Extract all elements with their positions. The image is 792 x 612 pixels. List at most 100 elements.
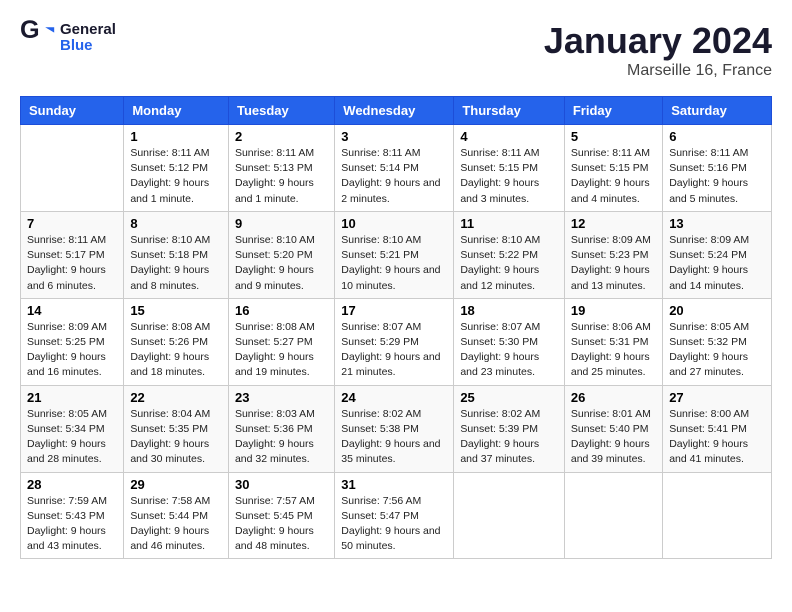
day-number: 28	[27, 477, 117, 492]
day-number: 26	[571, 390, 656, 405]
title-block: January 2024 Marseille 16, France	[544, 20, 772, 80]
day-info: Sunrise: 8:10 AMSunset: 5:18 PMDaylight:…	[130, 233, 222, 294]
week-row-0: 1 Sunrise: 8:11 AMSunset: 5:12 PMDaylight…	[21, 125, 772, 212]
day-cell: 2Sunrise: 8:11 AMSunset: 5:13 PMDaylight…	[228, 125, 334, 212]
day-cell: 17Sunrise: 8:07 AMSunset: 5:29 PMDayligh…	[335, 298, 454, 385]
day-cell	[663, 472, 772, 559]
day-cell: 31 Sunrise: 7:56 AMSunset: 5:47 PMDayligh…	[335, 472, 454, 559]
week-row-1: 7 Sunrise: 8:11 AMSunset: 5:17 PMDaylight…	[21, 211, 772, 298]
day-cell: 12 Sunrise: 8:09 AMSunset: 5:23 PMDayligh…	[564, 211, 662, 298]
logo-text: General Blue	[60, 22, 116, 55]
day-cell: 1 Sunrise: 8:11 AMSunset: 5:12 PMDaylight…	[124, 125, 229, 212]
day-cell: 13 Sunrise: 8:09 AMSunset: 5:24 PMDayligh…	[663, 211, 772, 298]
day-number: 27	[669, 390, 765, 405]
day-cell: 10Sunrise: 8:10 AMSunset: 5:21 PMDayligh…	[335, 211, 454, 298]
day-number: 7	[27, 216, 117, 231]
day-number: 3	[341, 129, 447, 144]
day-number: 20	[669, 303, 765, 318]
column-header-sunday: Sunday	[21, 97, 124, 125]
day-number: 9	[235, 216, 328, 231]
day-cell: 29 Sunrise: 7:58 AMSunset: 5:44 PMDayligh…	[124, 472, 229, 559]
column-header-thursday: Thursday	[454, 97, 565, 125]
day-info: Sunrise: 8:11 AMSunset: 5:12 PMDaylight:…	[130, 146, 222, 207]
day-info: Sunrise: 8:10 AMSunset: 5:20 PMDaylight:…	[235, 233, 328, 294]
day-number: 12	[571, 216, 656, 231]
week-row-3: 21 Sunrise: 8:05 AMSunset: 5:34 PMDayligh…	[21, 385, 772, 472]
week-row-2: 14 Sunrise: 8:09 AMSunset: 5:25 PMDayligh…	[21, 298, 772, 385]
column-header-wednesday: Wednesday	[335, 97, 454, 125]
day-info: Sunrise: 8:11 AMSunset: 5:15 PMDaylight:…	[571, 146, 656, 207]
day-cell: 15 Sunrise: 8:08 AMSunset: 5:26 PMDayligh…	[124, 298, 229, 385]
week-row-4: 28 Sunrise: 7:59 AMSunset: 5:43 PMDayligh…	[21, 472, 772, 559]
column-header-monday: Monday	[124, 97, 229, 125]
day-info: Sunrise: 8:04 AMSunset: 5:35 PMDaylight:…	[130, 407, 222, 468]
day-number: 24	[341, 390, 447, 405]
day-number: 11	[460, 216, 558, 231]
day-cell: 20 Sunrise: 8:05 AMSunset: 5:32 PMDayligh…	[663, 298, 772, 385]
day-info: Sunrise: 8:02 AMSunset: 5:39 PMDaylight:…	[460, 407, 558, 468]
day-info: Sunrise: 7:58 AMSunset: 5:44 PMDaylight:…	[130, 494, 222, 555]
day-cell: 18Sunrise: 8:07 AMSunset: 5:30 PMDayligh…	[454, 298, 565, 385]
day-info: Sunrise: 8:01 AMSunset: 5:40 PMDaylight:…	[571, 407, 656, 468]
day-number: 29	[130, 477, 222, 492]
day-cell: 14 Sunrise: 8:09 AMSunset: 5:25 PMDayligh…	[21, 298, 124, 385]
logo-icon: G	[20, 20, 56, 56]
day-info: Sunrise: 8:09 AMSunset: 5:24 PMDaylight:…	[669, 233, 765, 294]
day-info: Sunrise: 8:09 AMSunset: 5:25 PMDaylight:…	[27, 320, 117, 381]
day-cell: 28 Sunrise: 7:59 AMSunset: 5:43 PMDayligh…	[21, 472, 124, 559]
day-number: 13	[669, 216, 765, 231]
day-number: 25	[460, 390, 558, 405]
day-cell: 21 Sunrise: 8:05 AMSunset: 5:34 PMDayligh…	[21, 385, 124, 472]
day-cell: 16 Sunrise: 8:08 AMSunset: 5:27 PMDayligh…	[228, 298, 334, 385]
day-info: Sunrise: 8:02 AMSunset: 5:38 PMDaylight:…	[341, 407, 447, 468]
day-cell: 25 Sunrise: 8:02 AMSunset: 5:39 PMDayligh…	[454, 385, 565, 472]
day-number: 23	[235, 390, 328, 405]
day-number: 22	[130, 390, 222, 405]
day-cell: 23Sunrise: 8:03 AMSunset: 5:36 PMDayligh…	[228, 385, 334, 472]
column-header-friday: Friday	[564, 97, 662, 125]
header-row: SundayMondayTuesdayWednesdayThursdayFrid…	[21, 97, 772, 125]
day-info: Sunrise: 8:06 AMSunset: 5:31 PMDaylight:…	[571, 320, 656, 381]
day-number: 5	[571, 129, 656, 144]
day-info: Sunrise: 8:09 AMSunset: 5:23 PMDaylight:…	[571, 233, 656, 294]
day-info: Sunrise: 7:57 AMSunset: 5:45 PMDaylight:…	[235, 494, 328, 555]
day-info: Sunrise: 8:08 AMSunset: 5:27 PMDaylight:…	[235, 320, 328, 381]
day-number: 14	[27, 303, 117, 318]
day-cell: 26 Sunrise: 8:01 AMSunset: 5:40 PMDayligh…	[564, 385, 662, 472]
day-info: Sunrise: 8:10 AMSunset: 5:22 PMDaylight:…	[460, 233, 558, 294]
day-info: Sunrise: 8:10 AMSunset: 5:21 PMDaylight:…	[341, 233, 447, 294]
day-number: 31	[341, 477, 447, 492]
day-number: 1	[130, 129, 222, 144]
day-cell: 4 Sunrise: 8:11 AMSunset: 5:15 PMDaylight…	[454, 125, 565, 212]
subtitle: Marseille 16, France	[544, 62, 772, 80]
day-number: 16	[235, 303, 328, 318]
day-number: 21	[27, 390, 117, 405]
day-number: 30	[235, 477, 328, 492]
day-number: 17	[341, 303, 447, 318]
day-info: Sunrise: 8:11 AMSunset: 5:16 PMDaylight:…	[669, 146, 765, 207]
day-cell: 6 Sunrise: 8:11 AMSunset: 5:16 PMDaylight…	[663, 125, 772, 212]
month-title: January 2024	[544, 20, 772, 62]
logo: G General Blue	[20, 20, 116, 56]
column-header-saturday: Saturday	[663, 97, 772, 125]
day-number: 6	[669, 129, 765, 144]
day-number: 4	[460, 129, 558, 144]
day-info: Sunrise: 8:11 AMSunset: 5:17 PMDaylight:…	[27, 233, 117, 294]
day-info: Sunrise: 7:56 AMSunset: 5:47 PMDaylight:…	[341, 494, 447, 555]
day-cell: 22 Sunrise: 8:04 AMSunset: 5:35 PMDayligh…	[124, 385, 229, 472]
day-cell: 11 Sunrise: 8:10 AMSunset: 5:22 PMDayligh…	[454, 211, 565, 298]
day-info: Sunrise: 8:11 AMSunset: 5:13 PMDaylight:…	[235, 146, 328, 207]
day-info: Sunrise: 8:11 AMSunset: 5:15 PMDaylight:…	[460, 146, 558, 207]
day-info: Sunrise: 7:59 AMSunset: 5:43 PMDaylight:…	[27, 494, 117, 555]
day-info: Sunrise: 8:08 AMSunset: 5:26 PMDaylight:…	[130, 320, 222, 381]
day-info: Sunrise: 8:11 AMSunset: 5:14 PMDaylight:…	[341, 146, 447, 207]
day-number: 15	[130, 303, 222, 318]
day-cell	[454, 472, 565, 559]
day-cell: 19 Sunrise: 8:06 AMSunset: 5:31 PMDayligh…	[564, 298, 662, 385]
calendar-table: SundayMondayTuesdayWednesdayThursdayFrid…	[20, 96, 772, 559]
day-number: 19	[571, 303, 656, 318]
day-info: Sunrise: 8:00 AMSunset: 5:41 PMDaylight:…	[669, 407, 765, 468]
day-info: Sunrise: 8:05 AMSunset: 5:34 PMDaylight:…	[27, 407, 117, 468]
day-number: 8	[130, 216, 222, 231]
day-info: Sunrise: 8:05 AMSunset: 5:32 PMDaylight:…	[669, 320, 765, 381]
